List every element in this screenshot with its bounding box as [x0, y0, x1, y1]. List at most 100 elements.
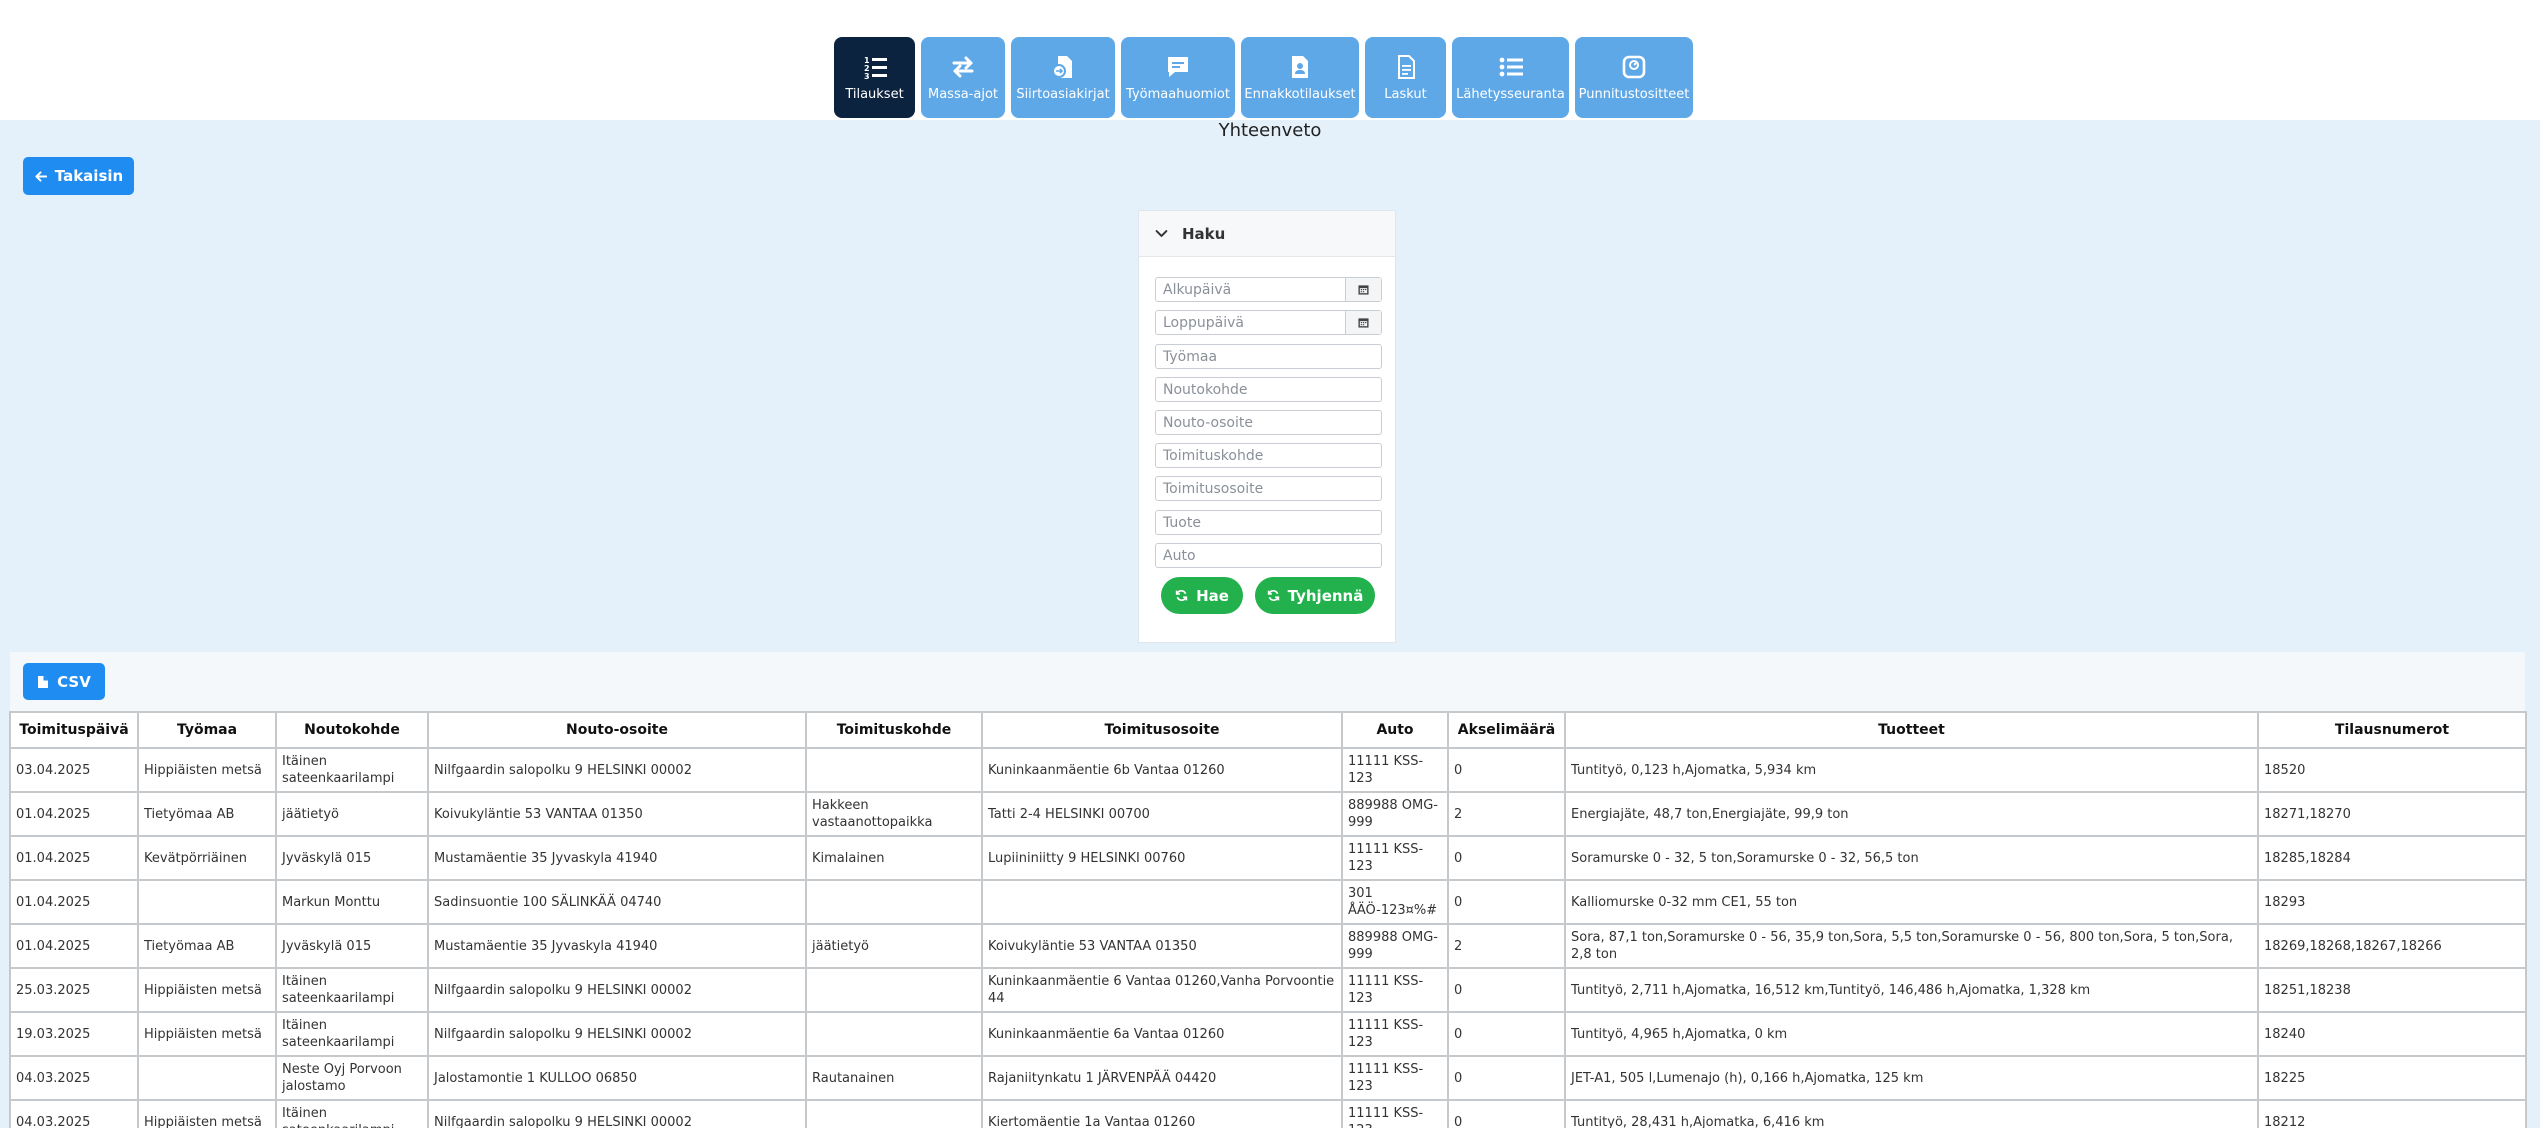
search-panel-header[interactable]: Haku — [1139, 211, 1395, 257]
table-cell: 18293 — [2257, 879, 2527, 925]
table-row[interactable]: 01.04.2025 Tietyömaa AB Jyväskylä 015 Musta… — [9, 923, 2527, 969]
column-header: Noutokohde — [275, 711, 429, 749]
column-header: Tilausnumerot — [2257, 711, 2527, 749]
back-button[interactable]: Takaisin — [23, 157, 134, 195]
pickup-address-placeholder: Nouto-osoite — [1163, 414, 1253, 431]
nav-tab-2[interactable]: Siirtoasiakirjat — [1011, 37, 1115, 118]
table-cell: 18225 — [2257, 1055, 2527, 1101]
nav-tab-1[interactable]: Massa-ajot — [921, 37, 1005, 118]
table-row[interactable]: 04.03.2025Hippiäisten metsäItäinen satee… — [9, 1099, 2527, 1128]
nav-tab-label: Työmaahuomiot — [1126, 87, 1230, 102]
nav-tab-label: Punnitustositteet — [1578, 87, 1690, 102]
nav-tab-6[interactable]: Lähetysseuranta — [1452, 37, 1569, 118]
nav-tab-4[interactable]: Ennakkotilaukset — [1241, 37, 1359, 118]
table-cell: Tuntityö, 28,431 h,Ajomatka, 6,416 km — [1564, 1099, 2259, 1128]
pickup-address-input[interactable]: Nouto-osoite — [1155, 410, 1382, 435]
table-cell: Neste Oyj Porvoon jalostamo — [275, 1055, 429, 1101]
column-header: Nouto-osoite — [427, 711, 807, 749]
product-placeholder: Tuote — [1163, 514, 1201, 531]
table-cell — [805, 1099, 983, 1128]
table-row[interactable]: 01.04.2025 Tietyömaa AB jäätietyö Koivukylä… — [9, 791, 2527, 837]
table-cell: Hippiäisten metsä — [137, 1099, 277, 1128]
table-cell: Markun Monttu — [275, 879, 429, 925]
nav-tab-7[interactable]: Punnitustositteet — [1575, 37, 1693, 118]
nav-tab-label: Tilaukset — [845, 87, 904, 102]
table-cell: Tatti 2-4 HELSINKI 00700 — [981, 791, 1343, 837]
file-icon — [38, 675, 49, 688]
table-cell: Itäinen sateenkaarilampi — [275, 747, 429, 793]
top-bar: 1 2 3 Tilaukset Massa-ajot Siirtoasiakirjat Ty… — [0, 0, 2540, 120]
table-cell: 19.03.2025 — [9, 1011, 139, 1057]
list-numbered-icon: 123 — [861, 53, 889, 81]
pickup-target-input[interactable]: Noutokohde — [1155, 377, 1382, 402]
calendar-icon[interactable] — [1345, 278, 1381, 301]
end-date-field[interactable]: Loppupäivä — [1155, 310, 1382, 335]
table-cell: Tietyömaa AB — [137, 791, 277, 837]
table-cell: Energiajäte, 48,7 ton,Energiajäte, 99,9 … — [1564, 791, 2259, 837]
table-row[interactable]: 19.03.2025 Hippiäisten metsä Itäinen satee… — [9, 1011, 2527, 1057]
clear-button[interactable]: Tyhjennä — [1255, 577, 1375, 614]
search-button-label: Hae — [1196, 586, 1229, 605]
table-cell: Jalostamontie 1 KULLOO 06850 — [427, 1055, 807, 1101]
main-nav: 1 2 3 Tilaukset Massa-ajot Siirtoasiakirjat Ty… — [834, 37, 1693, 118]
table-cell: Sadinsuontie 100 SÄLINKÄÄ 04740 — [427, 879, 807, 925]
table-cell: Rautanainen — [805, 1055, 983, 1101]
table-row[interactable]: 01.04.2025 Markun Monttu Sadinsuontie 100 … — [9, 879, 2527, 925]
nav-tab-label: Massa-ajot — [927, 87, 998, 102]
table-cell: 0 — [1447, 835, 1566, 881]
table-cell: Kiertomäentie 1a Vantaa 01260 — [981, 1099, 1343, 1128]
table-cell: Hippiäisten metsä — [137, 747, 277, 793]
table-cell: Tietyömaa AB — [137, 923, 277, 969]
table-row[interactable]: 01.04.2025 Kevätpörriäinen Jyväskylä 015 Mu… — [9, 835, 2527, 881]
table-row[interactable]: 03.04.2025 Hippiäisten metsä Itäinen satee… — [9, 747, 2527, 793]
arrow-left-icon — [35, 170, 47, 182]
table-cell: Soramurske 0 - 32, 5 ton,Soramurske 0 - … — [1564, 835, 2259, 881]
column-header: Akselimäärä — [1447, 711, 1566, 749]
table-cell: Rajaniitynkatu 1 JÄRVENPÄÄ 04420 — [981, 1055, 1343, 1101]
table-cell: Koivukyläntie 53 VANTAA 01350 — [981, 923, 1343, 969]
table-cell: 18269,18268,18267,18266 — [2257, 923, 2527, 969]
table-cell: Sora, 87,1 ton,Soramurske 0 - 56, 35,9 t… — [1564, 923, 2259, 969]
table-cell: 01.04.2025 — [9, 923, 139, 969]
nav-tab-0[interactable]: 1 2 3 Tilaukset — [834, 37, 915, 118]
table-cell — [805, 879, 983, 925]
scale-icon — [1620, 53, 1648, 81]
product-input[interactable]: Tuote — [1155, 510, 1382, 535]
site-input[interactable]: Työmaa — [1155, 344, 1382, 369]
table-cell: Itäinen sateenkaarilampi — [275, 1099, 429, 1128]
column-header: Tuotteet — [1564, 711, 2259, 749]
table-cell: 11111 KSS-123 — [1341, 1099, 1449, 1128]
search-button[interactable]: Hae — [1161, 577, 1243, 614]
table-cell: 18212 — [2257, 1099, 2527, 1128]
file-transfer-icon — [1049, 53, 1077, 81]
table-cell: JET-A1, 505 l,Lumenajo (h), 0,166 h,Ajom… — [1564, 1055, 2259, 1101]
search-panel: Haku Alkupäivä Loppupäivä Työmaa Noutoko… — [1138, 210, 1396, 643]
file-person-icon — [1286, 53, 1314, 81]
table-cell: Lupiininiitty 9 HELSINKI 00760 — [981, 835, 1343, 881]
nav-tab-5[interactable]: Laskut — [1365, 37, 1446, 118]
delivery-target-input[interactable]: Toimituskohde — [1155, 443, 1382, 468]
table-row[interactable]: 25.03.2025 Hippiäisten metsä Itäinen satee… — [9, 967, 2527, 1013]
vehicle-input[interactable]: Auto — [1155, 543, 1382, 568]
table-cell: 18271,18270 — [2257, 791, 2527, 837]
delivery-address-input[interactable]: Toimitusosoite — [1155, 476, 1382, 501]
table-cell — [137, 1055, 277, 1101]
nav-tab-label: Laskut — [1384, 87, 1427, 102]
calendar-icon[interactable] — [1345, 311, 1381, 334]
table-cell: 11111 KSS-123 — [1341, 747, 1449, 793]
table-cell: 25.03.2025 — [9, 967, 139, 1013]
csv-export-button[interactable]: CSV — [23, 663, 105, 700]
svg-text:3: 3 — [864, 72, 870, 80]
comment-icon — [1164, 53, 1192, 81]
table-row[interactable]: 04.03.2025 Neste Oyj Porvoon jalostamo Jal… — [9, 1055, 2527, 1101]
chevron-down-icon — [1155, 230, 1168, 237]
column-header: Työmaa — [137, 711, 277, 749]
table-cell: Kuninkaanmäentie 6b Vantaa 01260 — [981, 747, 1343, 793]
table-cell: Hippiäisten metsä — [137, 967, 277, 1013]
table-cell: 18251,18238 — [2257, 967, 2527, 1013]
table-header-row: Toimituspäivä Työmaa Noutokohde Nouto-osoit… — [9, 711, 2527, 749]
start-date-field[interactable]: Alkupäivä — [1155, 277, 1382, 302]
csv-button-label: CSV — [57, 672, 91, 691]
table-cell: 0 — [1447, 747, 1566, 793]
nav-tab-3[interactable]: Työmaahuomiot — [1121, 37, 1235, 118]
